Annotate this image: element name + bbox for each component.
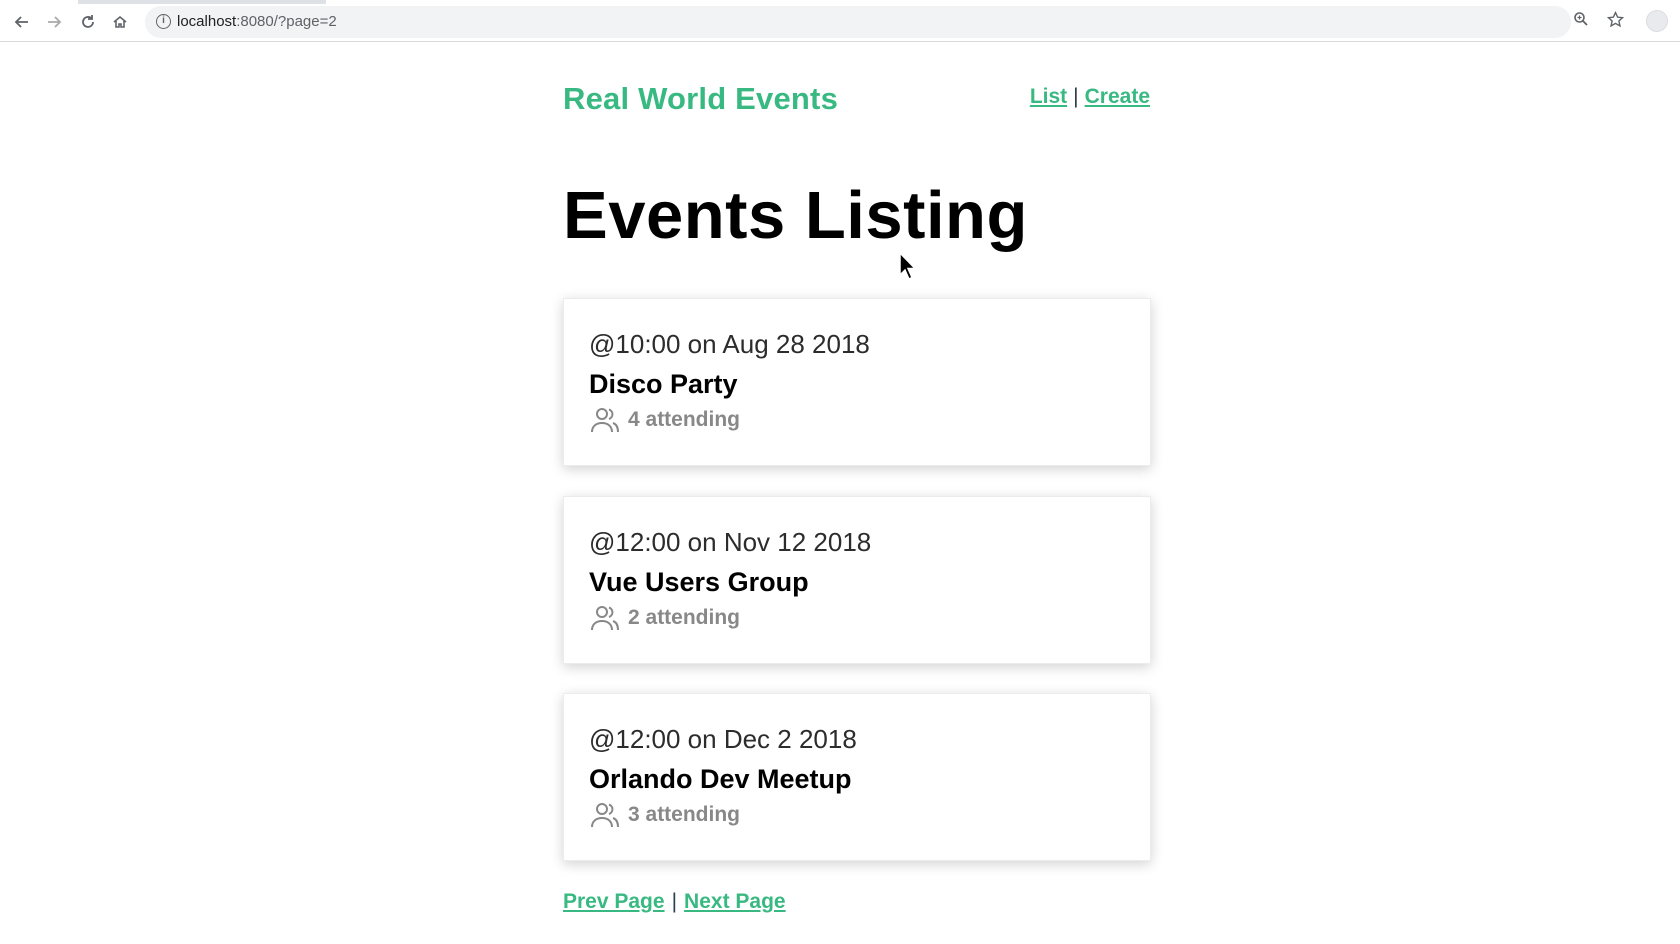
back-arrow-icon[interactable] bbox=[10, 10, 34, 34]
brand-title: Real World Events bbox=[563, 81, 839, 116]
tab-strip bbox=[0, 0, 1680, 4]
page-title: Events Listing bbox=[563, 178, 1028, 253]
users-icon bbox=[591, 606, 619, 631]
event-date: @10:00 on Aug 28 2018 bbox=[589, 329, 870, 359]
pager-separator: | bbox=[671, 890, 678, 913]
event-title: Disco Party bbox=[589, 369, 738, 399]
attending-count: 3 attending bbox=[628, 803, 741, 826]
event-card[interactable]: @10:00 on Aug 28 2018 Disco Party 4 atte… bbox=[563, 298, 1151, 466]
nav-separator: | bbox=[1073, 85, 1079, 108]
browser-toolbar: i localhost:8080/?page=2 bbox=[0, 0, 1680, 42]
nav-link-create[interactable]: Create bbox=[1085, 85, 1150, 108]
users-icon bbox=[591, 803, 619, 828]
attending-count: 4 attending bbox=[628, 408, 741, 431]
address-bar[interactable]: i localhost:8080/?page=2 bbox=[145, 6, 1571, 38]
event-title: Orlando Dev Meetup bbox=[589, 764, 852, 794]
prev-page-link[interactable]: Prev Page bbox=[563, 890, 665, 913]
tab-active-right bbox=[326, 0, 1680, 4]
event-attendance: 4 attending bbox=[589, 405, 740, 435]
event-date: @12:00 on Nov 12 2018 bbox=[589, 527, 872, 557]
main-nav: List | Create bbox=[1030, 85, 1150, 109]
info-icon[interactable]: i bbox=[156, 14, 171, 29]
event-card[interactable]: @12:00 on Dec 2 2018 Orlando Dev Meetup … bbox=[563, 693, 1151, 861]
profile-avatar-icon[interactable] bbox=[1646, 10, 1668, 32]
bookmark-star-icon[interactable] bbox=[1604, 8, 1626, 30]
mouse-cursor-icon bbox=[899, 252, 917, 281]
event-attendance: 2 attending bbox=[589, 603, 740, 633]
event-date: @12:00 on Dec 2 2018 bbox=[589, 724, 857, 754]
nav-link-list[interactable]: List bbox=[1030, 85, 1067, 108]
pagination: Prev Page | Next Page bbox=[563, 890, 786, 914]
zoom-icon[interactable] bbox=[1570, 8, 1592, 30]
home-icon[interactable] bbox=[108, 10, 132, 34]
attending-count: 2 attending bbox=[628, 606, 741, 629]
site-header: Real World Events List | Create bbox=[563, 63, 1150, 116]
reload-icon[interactable] bbox=[76, 10, 100, 34]
event-title: Vue Users Group bbox=[589, 567, 809, 597]
event-card[interactable]: @12:00 on Nov 12 2018 Vue Users Group 2 … bbox=[563, 496, 1151, 664]
tab-active-left bbox=[0, 0, 78, 4]
event-attendance: 3 attending bbox=[589, 800, 740, 830]
page-content: Real World Events List | Create Events Lis… bbox=[0, 43, 1680, 944]
next-page-link[interactable]: Next Page bbox=[684, 890, 786, 913]
users-icon bbox=[591, 408, 619, 433]
forward-arrow-icon[interactable] bbox=[42, 10, 66, 34]
url-text: localhost:8080/?page=2 bbox=[177, 13, 337, 30]
